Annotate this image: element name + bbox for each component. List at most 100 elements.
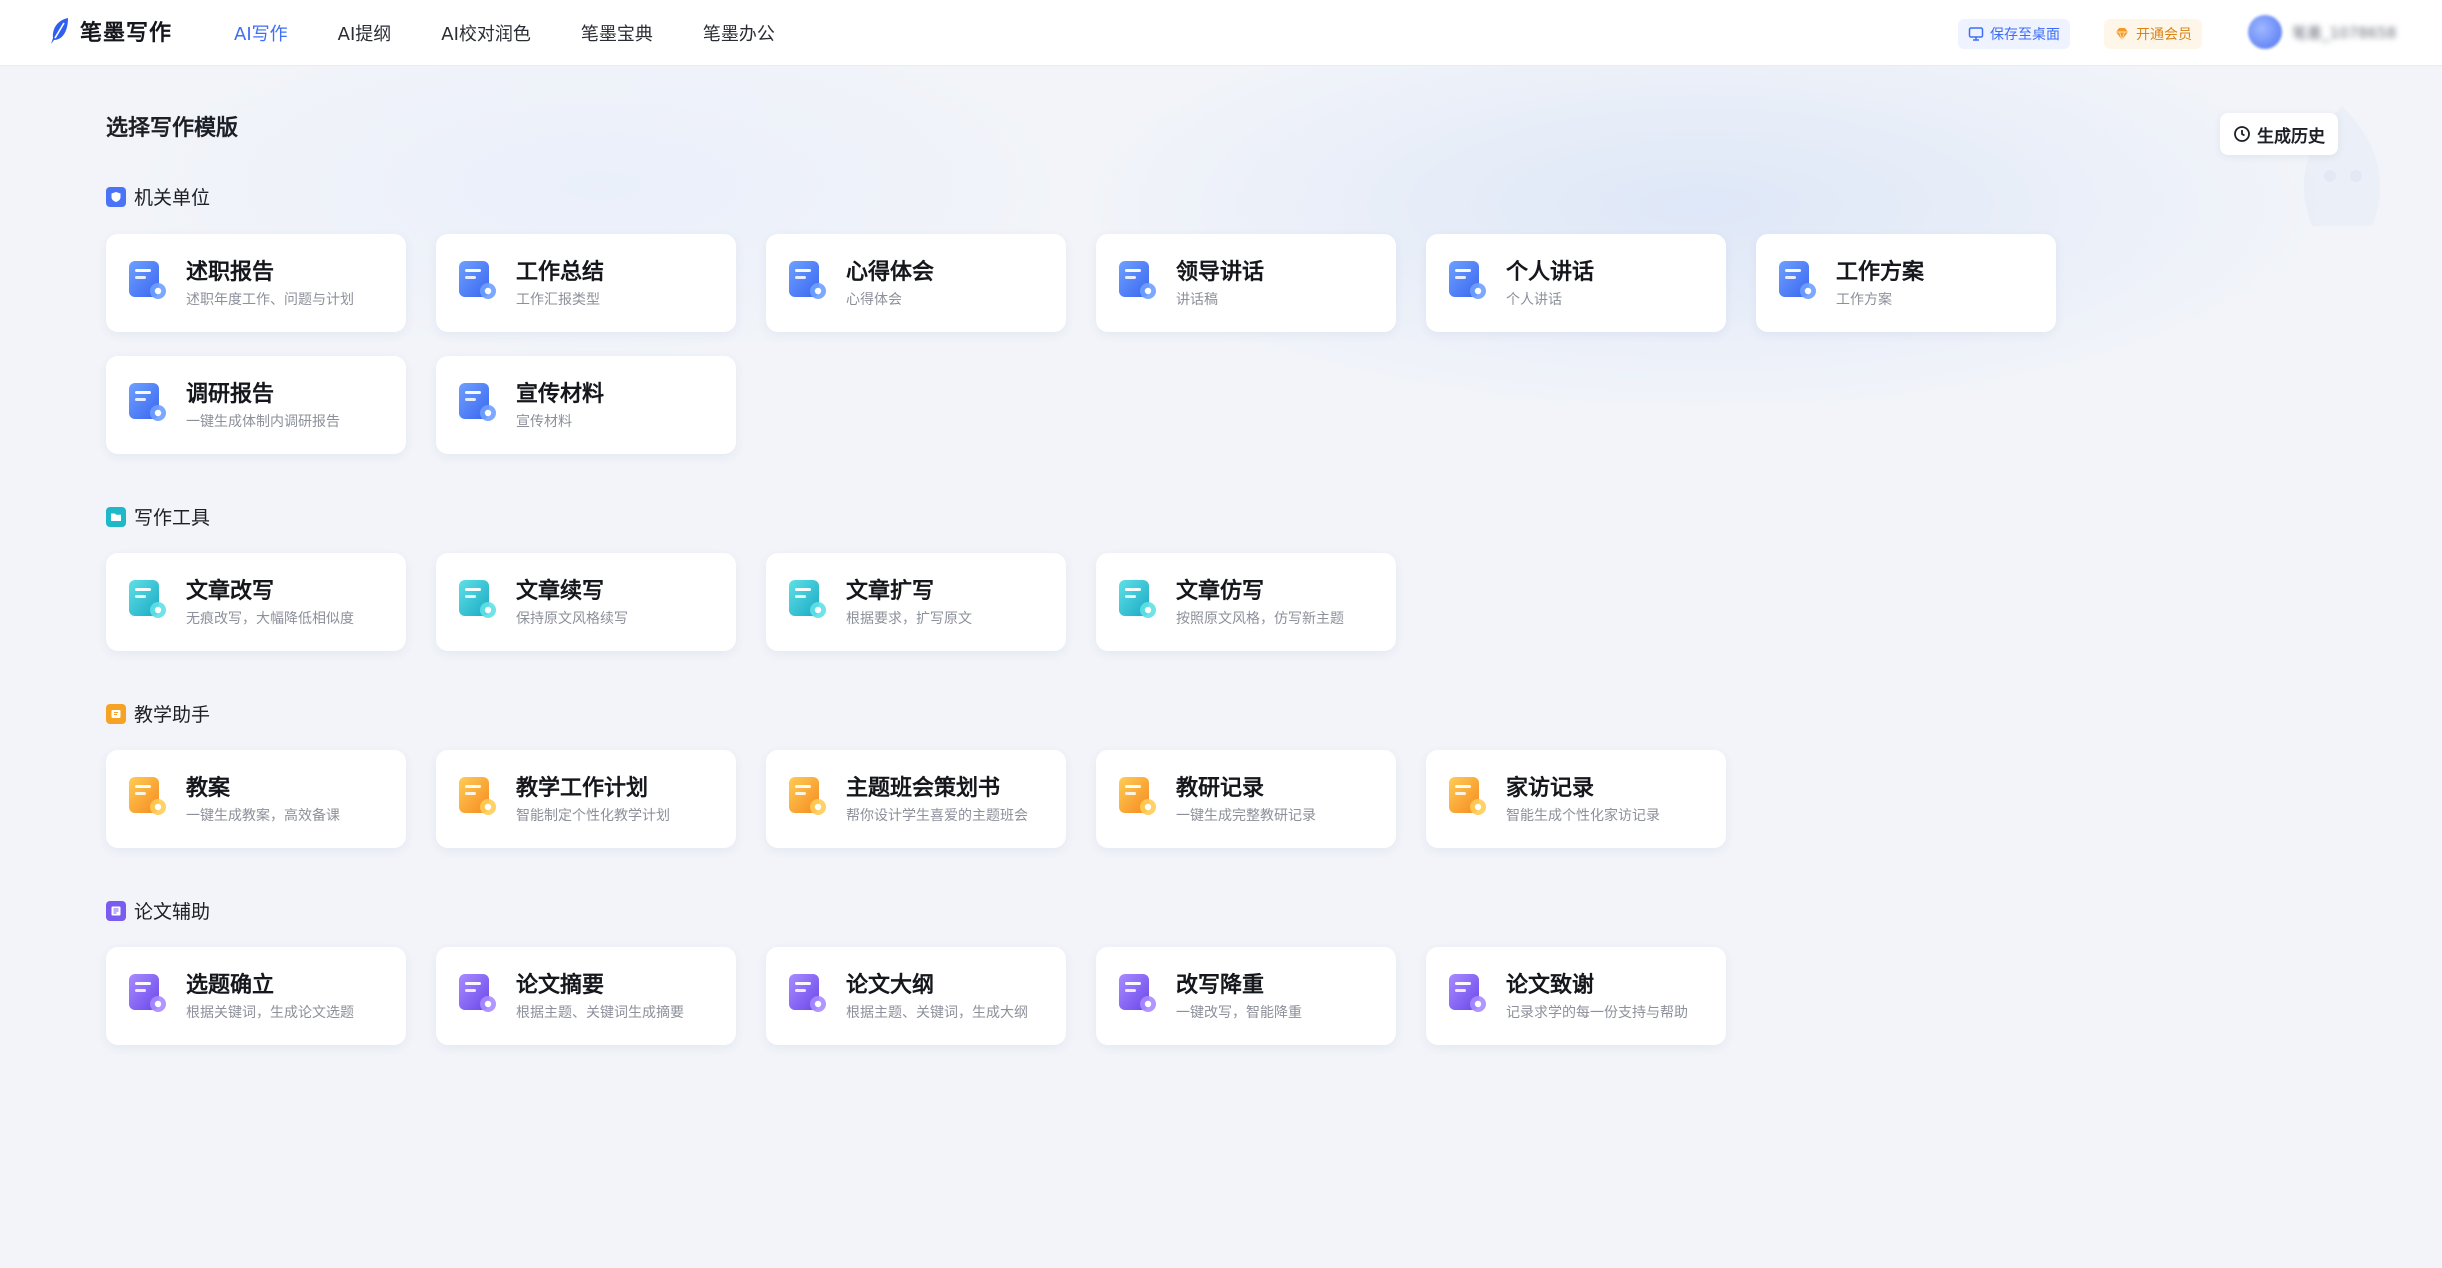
section-title: 论文辅助	[134, 901, 211, 923]
card-title: 主题班会策划书	[846, 776, 1001, 801]
abstract-quote-icon	[459, 974, 496, 1012]
card-title: 论文致谢	[1506, 973, 1595, 998]
person-chat-icon	[1449, 261, 1486, 299]
card-description: 根据主题、关键词，生成大纲	[846, 1005, 1028, 1021]
clock-icon	[2234, 126, 2250, 142]
card-description: 根据要求，扩写原文	[846, 611, 972, 627]
generation-history-button[interactable]: 生成历史	[2220, 113, 2338, 155]
card-title: 述职报告	[186, 260, 275, 285]
nav-ai-writing[interactable]: AI写作	[234, 20, 288, 46]
feather-logo-icon	[51, 18, 68, 44]
doc-lines-icon	[789, 777, 826, 815]
template-card[interactable]: 领导讲话 讲话稿	[1096, 234, 1396, 332]
card-title: 工作总结	[516, 260, 605, 285]
monitor-icon	[1968, 27, 1984, 41]
card-description: 一键生成教案，高效备课	[186, 808, 340, 824]
open-vip-label: 开通会员	[2136, 27, 2192, 43]
template-card[interactable]: 论文大纲根据主题、关键词，生成大纲	[766, 947, 1066, 1045]
card-description: 记录求学的每一份支持与帮助	[1506, 1005, 1688, 1021]
card-title: 改写降重	[1176, 973, 1265, 998]
template-card[interactable]: 教学工作计划智能制定个性化教学计划	[436, 750, 736, 848]
template-card[interactable]: 工作总结工作汇报类型	[436, 234, 736, 332]
card-description: 按照原文风格，仿写新主题	[1176, 611, 1344, 627]
card-title: 心得体会	[846, 260, 935, 285]
template-card[interactable]: 个人讲话 个人讲话	[1426, 234, 1726, 332]
book-icon	[106, 703, 126, 724]
template-card[interactable]: 文章仿写 按照原文风格，仿写新主题	[1096, 553, 1396, 651]
card-description: 根据关键词，生成论文选题	[186, 1005, 354, 1021]
section-title: 教学助手	[134, 704, 211, 726]
nav-bimo-library[interactable]: 笔墨宝典	[581, 20, 653, 46]
card-description: 工作方案	[1836, 292, 1892, 308]
template-card[interactable]: 述职报告 述职年度工作、问题与计划	[106, 234, 406, 332]
shield-icon	[106, 186, 126, 207]
card-title: 文章扩写	[846, 579, 935, 604]
user-name: 笔墨_1078658	[2292, 23, 2397, 42]
section-thesis-assist: 论文辅助	[106, 897, 210, 924]
page-title: 选择写作模版	[106, 116, 239, 141]
nav-ai-outline[interactable]: AI提纲	[338, 20, 392, 46]
card-description: 个人讲话	[1506, 292, 1562, 308]
card-description: 宣传材料	[516, 414, 572, 430]
template-card[interactable]: 工作方案 工作方案	[1756, 234, 2056, 332]
brand-name: 笔墨写作	[80, 21, 173, 46]
list-doc-icon	[106, 900, 126, 921]
report-icon	[129, 261, 166, 299]
card-title: 教学工作计划	[516, 776, 649, 801]
lesson-book-icon	[129, 777, 166, 815]
template-card[interactable]: 论文致谢记录求学的每一份支持与帮助	[1426, 947, 1726, 1045]
thanks-heart-icon	[1449, 974, 1486, 1012]
notes-star-icon	[789, 261, 826, 299]
template-card[interactable]: 家访记录智能生成个性化家访记录	[1426, 750, 1726, 848]
card-description: 一键生成体制内调研报告	[186, 414, 340, 430]
avatar	[2248, 15, 2282, 49]
section-title: 写作工具	[134, 507, 211, 529]
card-description: 智能生成个性化家访记录	[1506, 808, 1660, 824]
card-title: 论文大纲	[846, 973, 935, 998]
diamond-icon	[2116, 28, 2128, 41]
card-title: 工作方案	[1836, 260, 1925, 285]
save-to-desktop-button[interactable]: 保存至桌面	[1958, 19, 2070, 49]
text-expand-icon	[789, 580, 826, 618]
template-card[interactable]: 文章续写保持原文风格续写	[436, 553, 736, 651]
calendar-six-icon	[459, 777, 496, 815]
text-copy-icon	[1119, 580, 1156, 618]
section-title: 机关单位	[134, 187, 211, 209]
template-card[interactable]: 教研记录 一键生成完整教研记录	[1096, 750, 1396, 848]
folder-check-icon	[459, 261, 496, 299]
card-title: 文章续写	[516, 579, 605, 604]
brand-logo[interactable]: 笔墨写作	[48, 15, 172, 47]
template-card[interactable]: 文章扩写根据要求，扩写原文	[766, 553, 1066, 651]
template-card[interactable]: 改写降重一键改写，智能降重	[1096, 947, 1396, 1045]
template-card[interactable]: 主题班会策划书帮你设计学生喜爱的主题班会	[766, 750, 1066, 848]
card-description: 帮你设计学生喜爱的主题班会	[846, 808, 1028, 824]
card-description: 保持原文风格续写	[516, 611, 628, 627]
template-card[interactable]: 文章改写 无痕改写，大幅降低相似度	[106, 553, 406, 651]
template-card[interactable]: 宣传材料 宣传材料	[436, 356, 736, 454]
template-card[interactable]: 论文摘要 根据主题、关键词生成摘要	[436, 947, 736, 1045]
card-description: 工作汇报类型	[516, 292, 600, 308]
card-title: 个人讲话	[1506, 260, 1595, 285]
text-edit-icon	[129, 580, 166, 618]
topic-check-icon	[129, 974, 166, 1012]
template-card[interactable]: 教案 一键生成教案，高效备课	[106, 750, 406, 848]
template-card[interactable]: 调研报告 一键生成体制内调研报告	[106, 356, 406, 454]
open-vip-button[interactable]: 开通会员	[2104, 19, 2202, 49]
top-navigation-bar: 笔墨写作 AI写作 AI提纲 AI校对润色 笔墨宝典 笔墨办公 保存至桌面 开通…	[0, 0, 2442, 66]
nav-bimo-office[interactable]: 笔墨办公	[703, 20, 775, 46]
outline-tree-icon	[789, 974, 826, 1012]
card-description: 一键改写，智能降重	[1176, 1005, 1302, 1021]
main-nav: AI写作 AI提纲 AI校对润色 笔墨宝典 笔墨办公	[234, 0, 825, 66]
text-plus-icon	[459, 580, 496, 618]
template-card[interactable]: 选题确立 根据关键词，生成论文选题	[106, 947, 406, 1045]
card-description: 讲话稿	[1176, 292, 1218, 308]
mail-check-icon	[459, 383, 496, 421]
folder-icon	[106, 506, 126, 527]
template-card[interactable]: 心得体会 心得体会	[766, 234, 1066, 332]
rewrite-search-icon	[1119, 974, 1156, 1012]
card-description: 智能制定个性化教学计划	[516, 808, 670, 824]
user-profile[interactable]: 笔墨_1078658	[2248, 15, 2396, 49]
card-title: 家访记录	[1506, 776, 1595, 801]
folder-plan-icon	[1779, 261, 1816, 299]
nav-ai-proofread[interactable]: AI校对润色	[441, 20, 531, 46]
